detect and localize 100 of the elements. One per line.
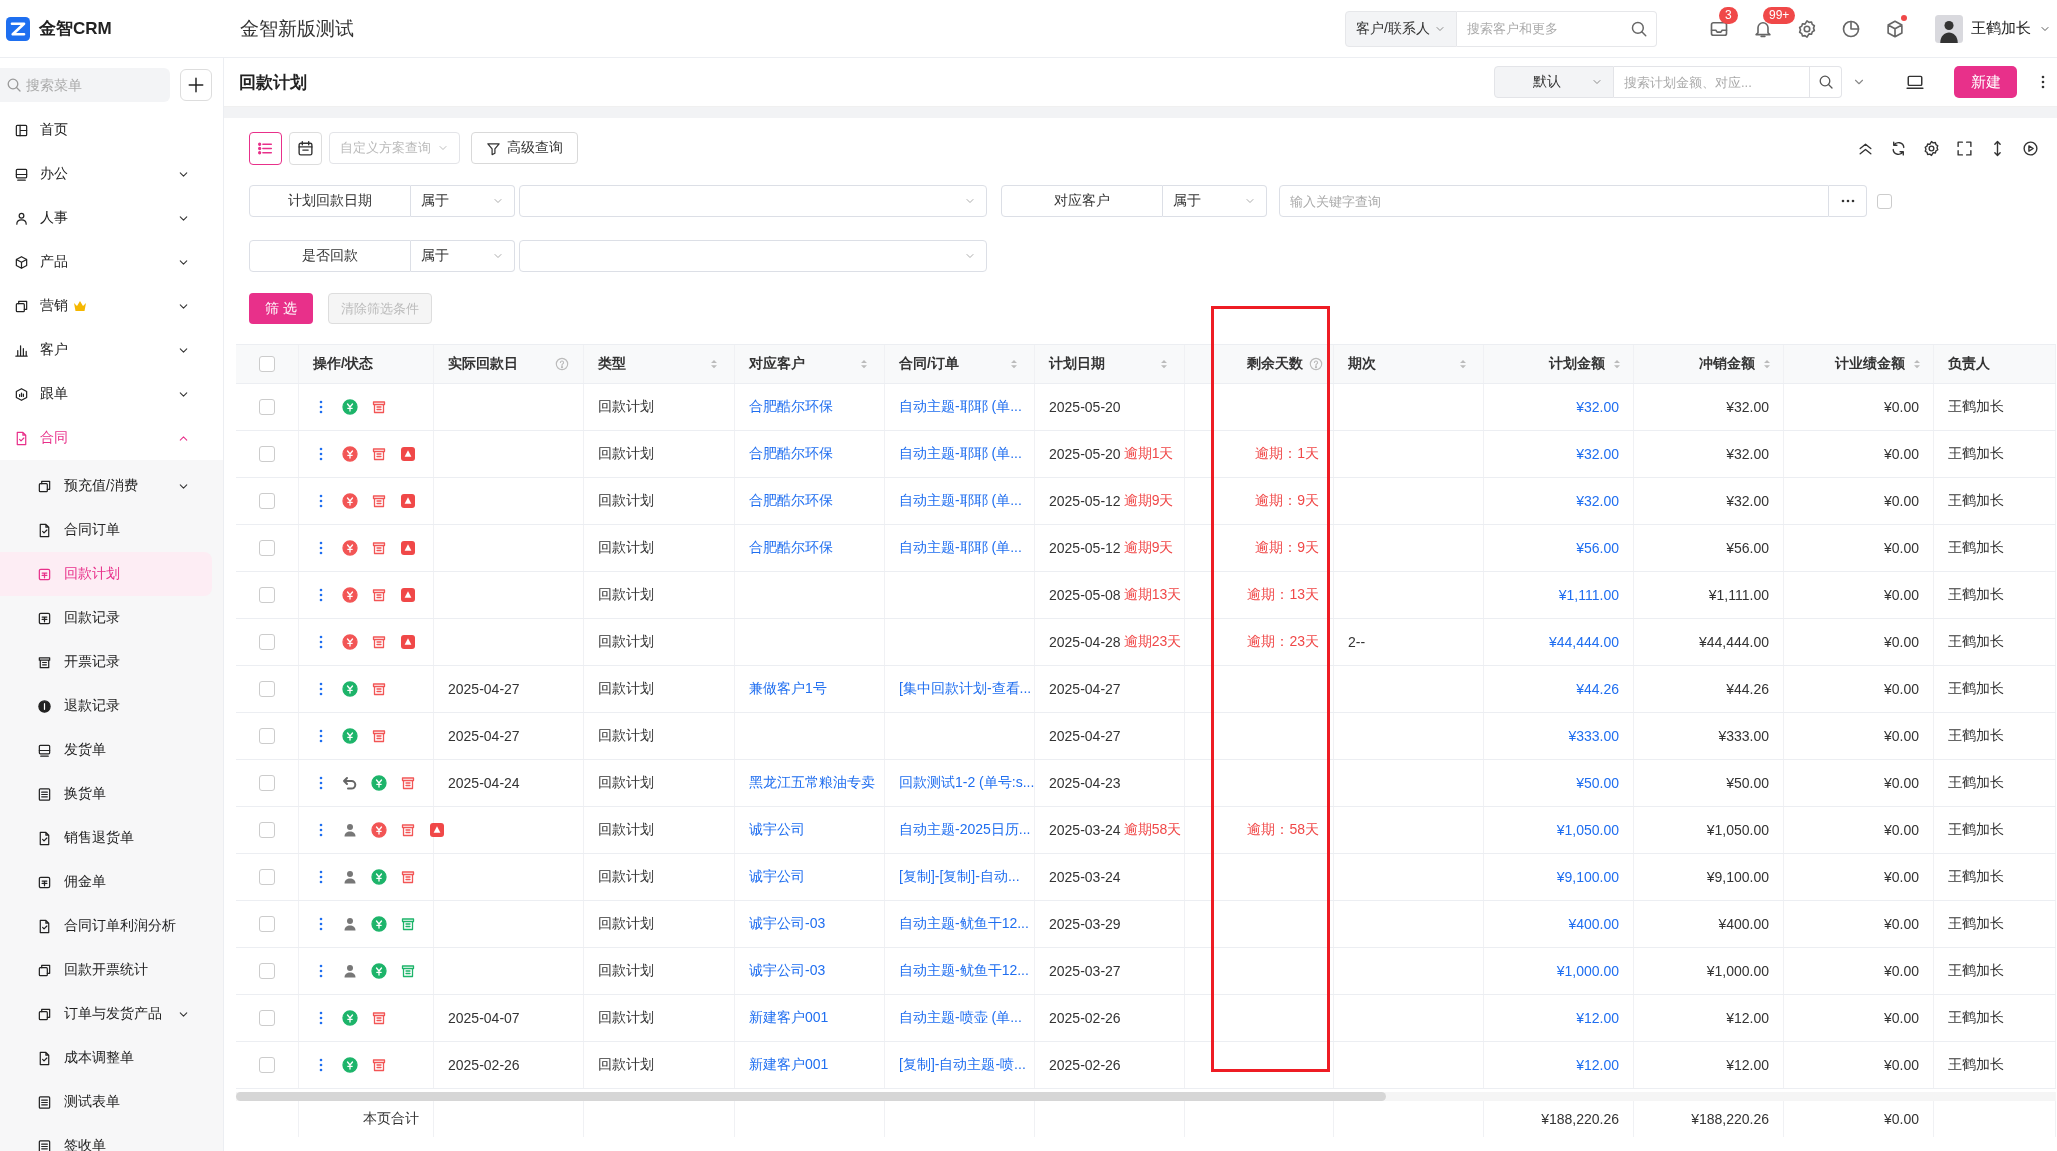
scope-dropdown[interactable]: 客户/联系人 — [1345, 10, 1457, 47]
checkbox[interactable] — [259, 493, 275, 509]
menu-item[interactable]: 回款记录 — [0, 596, 212, 640]
help-icon[interactable] — [555, 357, 569, 371]
sort-icon[interactable] — [1911, 358, 1923, 370]
link-text[interactable]: ¥44.26 — [1576, 681, 1619, 697]
column-header[interactable]: 计业绩金额 — [1784, 345, 1934, 383]
checkbox[interactable] — [259, 963, 275, 979]
help-icon[interactable] — [1309, 357, 1323, 371]
link-text[interactable]: ¥1,000.00 — [1556, 963, 1619, 979]
menu-item[interactable]: 开票记录 — [0, 640, 212, 684]
link-text[interactable]: 自动主题-耶耶 (单... — [899, 445, 1022, 463]
search-field[interactable]: 搜索客户和更多 — [1467, 13, 1630, 44]
person-icon[interactable] — [342, 916, 358, 932]
receipt-icon[interactable] — [371, 634, 387, 650]
menu-item[interactable]: 办公 — [0, 152, 212, 196]
person-icon[interactable] — [342, 869, 358, 885]
menu-item[interactable]: 营销 — [0, 284, 212, 328]
add-button[interactable] — [180, 69, 212, 101]
link-text[interactable]: ¥12.00 — [1576, 1010, 1619, 1026]
link-text[interactable]: [复制]-自动主题-喷... — [899, 1056, 1026, 1074]
checkbox[interactable] — [259, 540, 275, 556]
link-text[interactable]: ¥400.00 — [1568, 916, 1619, 932]
link-text[interactable]: ¥1,050.00 — [1556, 822, 1619, 838]
checkbox[interactable] — [259, 356, 275, 372]
receipt-icon[interactable] — [400, 963, 416, 979]
column-header[interactable]: 类型 — [584, 345, 735, 383]
operator-dropdown[interactable]: 属于 — [1163, 185, 1267, 217]
warning-icon[interactable] — [400, 446, 416, 462]
menu-item[interactable]: 客户 — [0, 328, 212, 372]
play-icon[interactable] — [2022, 139, 2039, 157]
person-icon[interactable] — [342, 822, 358, 838]
link-text[interactable]: 自动主题-耶耶 (单... — [899, 539, 1022, 557]
menu-item[interactable]: 预充值/消费 — [0, 464, 212, 508]
search-bar[interactable]: 搜索计划金额、对应... — [1614, 66, 1810, 98]
checkbox[interactable] — [259, 1057, 275, 1073]
column-header[interactable]: 对应客户 — [735, 345, 885, 383]
settings-icon[interactable] — [1797, 18, 1817, 39]
menu-item[interactable]: 佣金单 — [0, 860, 212, 904]
menu-item[interactable]: 发货单 — [0, 728, 212, 772]
checkbox[interactable] — [259, 681, 275, 697]
menu-item[interactable]: 成本调整单 — [0, 1036, 212, 1080]
link-text[interactable]: 自动主题-耶耶 (单... — [899, 398, 1022, 416]
receipt-icon[interactable] — [371, 1057, 387, 1073]
link-text[interactable]: ¥32.00 — [1576, 446, 1619, 462]
search-field[interactable]: 搜索菜单 — [26, 71, 156, 99]
sort-icon[interactable] — [1158, 358, 1170, 370]
link-text[interactable]: 自动主题-耶耶 (单... — [899, 492, 1022, 510]
monitor-icon[interactable] — [1906, 73, 1924, 91]
advanced-search-button[interactable]: 高级查询 — [471, 132, 578, 164]
link-text[interactable]: 自动主题-鱿鱼干12... — [899, 962, 1029, 980]
checkbox[interactable] — [259, 916, 275, 932]
menu-item[interactable]: 测试表单 — [0, 1080, 212, 1124]
checkbox[interactable] — [1877, 193, 1892, 209]
view-select[interactable]: 默认 — [1494, 66, 1614, 98]
link-text[interactable]: 合肥酷尔环保 — [749, 492, 833, 510]
user-name[interactable]: 王鹤加长 — [1971, 19, 2031, 38]
checkbox[interactable] — [259, 587, 275, 603]
link-text[interactable]: 黑龙江五常粮油专卖 — [749, 774, 875, 792]
link-text[interactable]: 诚宇公司 — [749, 821, 805, 839]
warning-icon[interactable] — [400, 540, 416, 556]
checkbox[interactable] — [259, 822, 275, 838]
scrollbar[interactable] — [236, 1092, 2056, 1101]
column-header[interactable]: 计划日期 — [1035, 345, 1185, 383]
receipt-icon[interactable] — [400, 775, 416, 791]
receipt-icon[interactable] — [400, 869, 416, 885]
menu-item[interactable]: 合同 — [0, 416, 212, 460]
menu-item[interactable]: 合同订单 — [0, 508, 212, 552]
checkbox[interactable] — [259, 728, 275, 744]
checkbox[interactable] — [259, 399, 275, 415]
operator-dropdown[interactable]: 属于 — [411, 240, 515, 272]
search-bar[interactable]: 搜索菜单 — [0, 68, 170, 102]
link-text[interactable]: [复制]-[复制]-自动... — [899, 868, 1020, 886]
link-text[interactable]: ¥32.00 — [1576, 399, 1619, 415]
link-text[interactable]: 回款测试1-2 (单号:s... — [899, 774, 1035, 792]
link-text[interactable]: ¥9,100.00 — [1556, 869, 1619, 885]
column-header[interactable]: 计划金额 — [1484, 345, 1634, 383]
search-button[interactable] — [1810, 66, 1842, 98]
sort-icon[interactable] — [1761, 358, 1773, 370]
sort-icon[interactable] — [858, 358, 870, 370]
column-header[interactable]: 期次 — [1334, 345, 1484, 383]
menu-item[interactable]: 人事 — [0, 196, 212, 240]
warning-icon[interactable] — [400, 493, 416, 509]
link-text[interactable]: 诚宇公司-03 — [749, 915, 826, 933]
link-text[interactable]: 合肥酷尔环保 — [749, 398, 833, 416]
checkbox[interactable] — [259, 446, 275, 462]
link-text[interactable]: 新建客户001 — [749, 1009, 829, 1027]
receipt-icon[interactable] — [371, 587, 387, 603]
warning-icon[interactable] — [400, 634, 416, 650]
logo-icon[interactable] — [6, 16, 30, 41]
receipt-icon[interactable] — [371, 493, 387, 509]
link-text[interactable]: 合肥酷尔环保 — [749, 539, 833, 557]
receipt-icon[interactable] — [371, 540, 387, 556]
link-text[interactable]: 兼做客户1号 — [749, 680, 827, 698]
fullscreen-icon[interactable] — [1956, 139, 1973, 157]
menu-item[interactable]: 合同订单利润分析 — [0, 904, 212, 948]
menu-item[interactable]: 回款开票统计 — [0, 948, 212, 992]
checkbox[interactable] — [259, 869, 275, 885]
list-view-button[interactable] — [249, 131, 282, 165]
link-text[interactable]: ¥56.00 — [1576, 540, 1619, 556]
